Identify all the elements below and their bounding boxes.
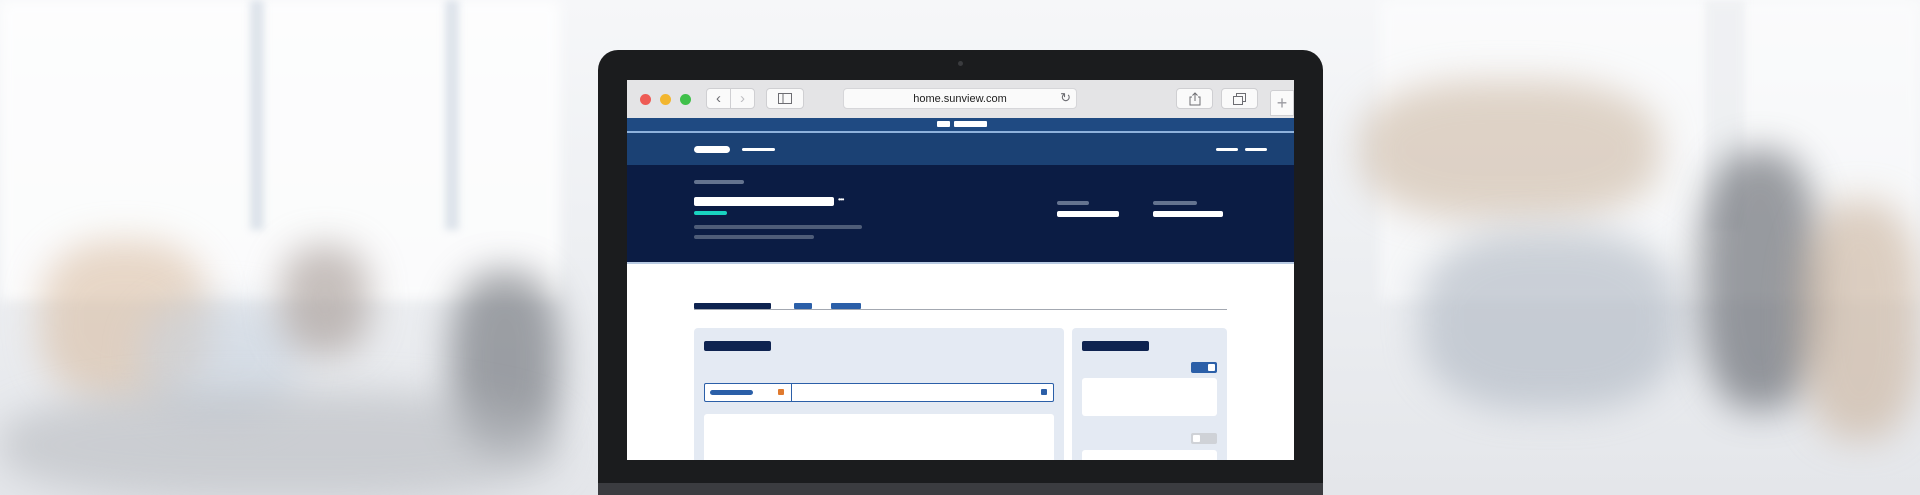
address-bar[interactable]: home.sunview.com ↻: [843, 88, 1077, 109]
tab-overview-button[interactable]: [1221, 88, 1258, 109]
sidebar-button[interactable]: [766, 88, 804, 109]
background-furniture: [1800, 200, 1920, 440]
toggle-switch-on[interactable]: [1191, 362, 1217, 373]
forward-icon: ›: [740, 90, 745, 107]
selector-status-marker: [778, 389, 784, 395]
background-person: [280, 245, 370, 355]
site-navbar: [627, 133, 1294, 165]
content-panel: [704, 414, 1054, 460]
more-options-icon[interactable]: •••: [838, 195, 844, 204]
status-badge: [694, 211, 727, 215]
stat-value-placeholder: [1057, 211, 1119, 217]
new-tab-button[interactable]: +: [1270, 90, 1294, 116]
account-header: •••: [627, 165, 1294, 262]
browser-toolbar: ‹ › home.sunview.com ↻ +: [627, 80, 1294, 119]
side-content-box: [1082, 450, 1217, 460]
laptop: ‹ › home.sunview.com ↻ + •••: [598, 50, 1323, 495]
close-window-button[interactable]: [640, 94, 651, 105]
side-content-box: [1082, 378, 1217, 416]
site-top-banner: [627, 118, 1294, 131]
laptop-screen: ‹ › home.sunview.com ↻ + •••: [627, 80, 1294, 460]
card-title-placeholder: [704, 341, 771, 351]
side-card-title-placeholder: [1082, 341, 1149, 351]
header-divider: [627, 262, 1294, 264]
main-card: [694, 328, 1064, 460]
side-card: [1072, 328, 1227, 460]
toggle-switch-off[interactable]: [1191, 433, 1217, 444]
stat-label-placeholder: [1153, 201, 1197, 205]
back-icon: ‹: [716, 90, 721, 107]
banner-text-placeholder: [954, 121, 987, 127]
laptop-base: [598, 483, 1323, 495]
selector-value-placeholder: [710, 390, 753, 395]
nav-link[interactable]: [742, 148, 775, 151]
page-title-placeholder: [694, 197, 834, 206]
background-desk: [0, 390, 560, 495]
toggle-knob: [1208, 364, 1215, 371]
breadcrumb-placeholder: [694, 180, 744, 184]
background-pillar: [445, 0, 459, 230]
back-button[interactable]: ‹: [706, 88, 731, 109]
background-office-area: [1420, 230, 1680, 410]
background-shelves: [1360, 80, 1660, 220]
zoom-window-button[interactable]: [680, 94, 691, 105]
share-icon: [1189, 91, 1200, 105]
tabs-icon: [1233, 92, 1246, 105]
webcam: [958, 61, 963, 66]
nav-link[interactable]: [1216, 148, 1238, 151]
stat-label-placeholder: [1057, 201, 1089, 205]
new-tab-icon: +: [1276, 92, 1288, 113]
site-logo[interactable]: [694, 146, 730, 153]
nav-link[interactable]: [1245, 148, 1267, 151]
selector-field[interactable]: [704, 383, 1054, 402]
share-button[interactable]: [1176, 88, 1213, 109]
description-line: [694, 225, 862, 229]
url-text: home.sunview.com: [913, 92, 1007, 105]
selector-dropdown-marker[interactable]: [1041, 389, 1047, 395]
minimize-window-button[interactable]: [660, 94, 671, 105]
banner-text-placeholder: [937, 121, 950, 127]
forward-button[interactable]: ›: [730, 88, 755, 109]
background-pillar: [250, 0, 264, 230]
description-line: [694, 235, 814, 239]
selector-divider: [791, 384, 792, 401]
sidebar-icon: [778, 93, 792, 104]
tabs-divider: [694, 309, 1227, 310]
toggle-knob: [1193, 435, 1200, 442]
reload-icon[interactable]: ↻: [1060, 90, 1071, 106]
stat-value-placeholder: [1153, 211, 1223, 217]
